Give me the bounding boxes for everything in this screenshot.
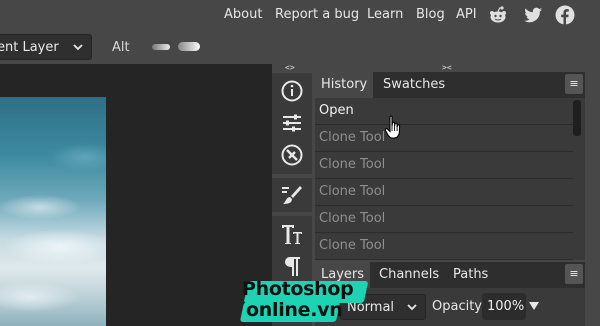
character-icon[interactable]: [280, 222, 304, 246]
panel-collapse-handle[interactable]: ><: [442, 63, 452, 72]
tab-history[interactable]: History: [315, 72, 374, 98]
canvas-image[interactable]: [0, 97, 106, 326]
photoshop-online-watermark: Photoshop online.vn: [236, 275, 369, 326]
nav-link-api[interactable]: API: [456, 7, 477, 22]
hand-pointer-cursor-icon: [384, 115, 401, 139]
brush-size-slider[interactable]: [178, 42, 200, 51]
watermark-text-line1: Photoshop: [242, 278, 354, 300]
info-icon[interactable]: [280, 79, 304, 103]
facebook-icon[interactable]: [555, 5, 575, 25]
layers-panel-menu-button[interactable]: ≡: [565, 264, 583, 284]
history-panel-header: History Swatches ≡: [315, 72, 585, 98]
history-item[interactable]: Open: [315, 98, 573, 125]
sample-layer-select[interactable]: ent Layer: [0, 34, 92, 60]
sample-layer-value: ent Layer: [0, 40, 59, 55]
history-item[interactable]: Clone Tool: [315, 233, 573, 260]
tab-paths[interactable]: Paths: [447, 262, 494, 288]
history-item[interactable]: Clone Tool: [315, 125, 573, 152]
nav-link-report-bug[interactable]: Report a bug: [275, 7, 359, 22]
opacity-label: Opacity:: [432, 299, 486, 314]
nav-link-learn[interactable]: Learn: [367, 7, 403, 22]
tab-swatches[interactable]: Swatches: [377, 72, 451, 98]
tool-strip-collapse-handle[interactable]: <>: [285, 63, 295, 72]
navigator-icon[interactable]: [280, 143, 304, 167]
alt-label: Alt: [112, 40, 130, 55]
canvas-workspace: [0, 64, 276, 326]
history-scrollbar[interactable]: [573, 100, 581, 136]
history-panel: History Swatches ≡ Open Clone Tool Clone…: [315, 72, 585, 260]
history-panel-menu-button[interactable]: ≡: [565, 74, 583, 94]
nav-link-about[interactable]: About: [224, 7, 262, 22]
adjustments-icon[interactable]: [280, 111, 304, 135]
opacity-input[interactable]: 100%: [482, 293, 526, 320]
opacity-dropdown-icon[interactable]: [528, 300, 540, 312]
reddit-icon[interactable]: [488, 5, 508, 25]
top-nav-bar: About Report a bug Learn Blog API: [0, 0, 600, 30]
history-item[interactable]: Clone Tool: [315, 179, 573, 206]
nav-link-blog[interactable]: Blog: [416, 7, 445, 22]
history-item[interactable]: Clone Tool: [315, 152, 573, 179]
chevron-down-icon: [407, 304, 417, 311]
chevron-down-icon: [73, 44, 83, 51]
tool-options-bar: ent Layer Alt: [0, 30, 600, 64]
brush-softness-slider[interactable]: [152, 44, 170, 50]
tool-group-brush: [272, 178, 312, 212]
brush-settings-icon[interactable]: [280, 183, 304, 207]
tab-channels[interactable]: Channels: [373, 262, 445, 288]
history-item[interactable]: Clone Tool: [315, 206, 573, 233]
twitter-icon[interactable]: [523, 5, 543, 25]
tool-group-top: [272, 73, 312, 174]
watermark-text-line2: online.vn: [246, 299, 343, 321]
